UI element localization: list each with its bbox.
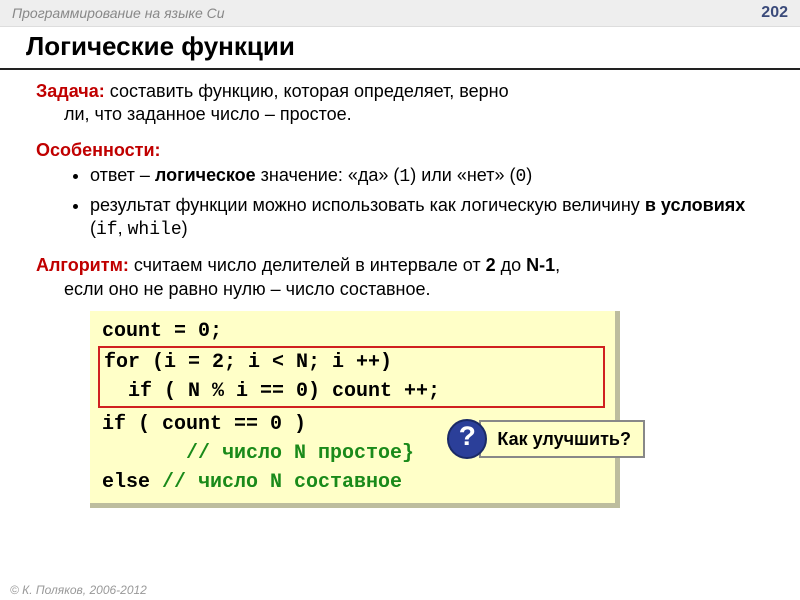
- algorithm-block: Алгоритм: считаем число делителей в инте…: [36, 254, 772, 301]
- course-title: Программирование на языке Си: [12, 5, 225, 21]
- page-number: 202: [761, 4, 788, 22]
- slide-content: Логические функции Задача: составить фун…: [0, 27, 800, 508]
- task-label: Задача:: [36, 81, 105, 101]
- task-block: Задача: составить функцию, которая опред…: [36, 80, 772, 127]
- callout: ? Как улучшить?: [447, 419, 645, 459]
- code-block: count = 0; for (i = 2; i < N; i ++) if (…: [90, 311, 620, 508]
- task-line2: ли, что заданное число – простое.: [36, 103, 772, 126]
- feature-item-2: результат функции можно использовать как…: [90, 194, 772, 243]
- callout-text: Как улучшить?: [479, 420, 645, 458]
- slide-header: Программирование на языке Си 202: [0, 0, 800, 27]
- algo-label: Алгоритм:: [36, 255, 129, 275]
- task-line1: составить функцию, которая определяет, в…: [105, 81, 509, 101]
- feature-item-1: ответ – логическое значение: «да» (1) ил…: [90, 164, 772, 189]
- code-line-3: if ( N % i == 0) count ++;: [104, 377, 599, 406]
- features-label: Особенности:: [36, 140, 161, 160]
- copyright: © К. Поляков, 2006-2012: [10, 583, 147, 597]
- code-line-2: for (i = 2; i < N; i ++): [104, 348, 599, 377]
- code-line-1: count = 0;: [102, 317, 603, 346]
- features-block: Особенности: ответ – логическое значение…: [36, 139, 772, 243]
- code-line-6: else // число N составное: [102, 468, 603, 497]
- loop-highlight-box: for (i = 2; i < N; i ++) if ( N % i == 0…: [98, 346, 605, 408]
- page-title: Логические функции: [0, 27, 800, 70]
